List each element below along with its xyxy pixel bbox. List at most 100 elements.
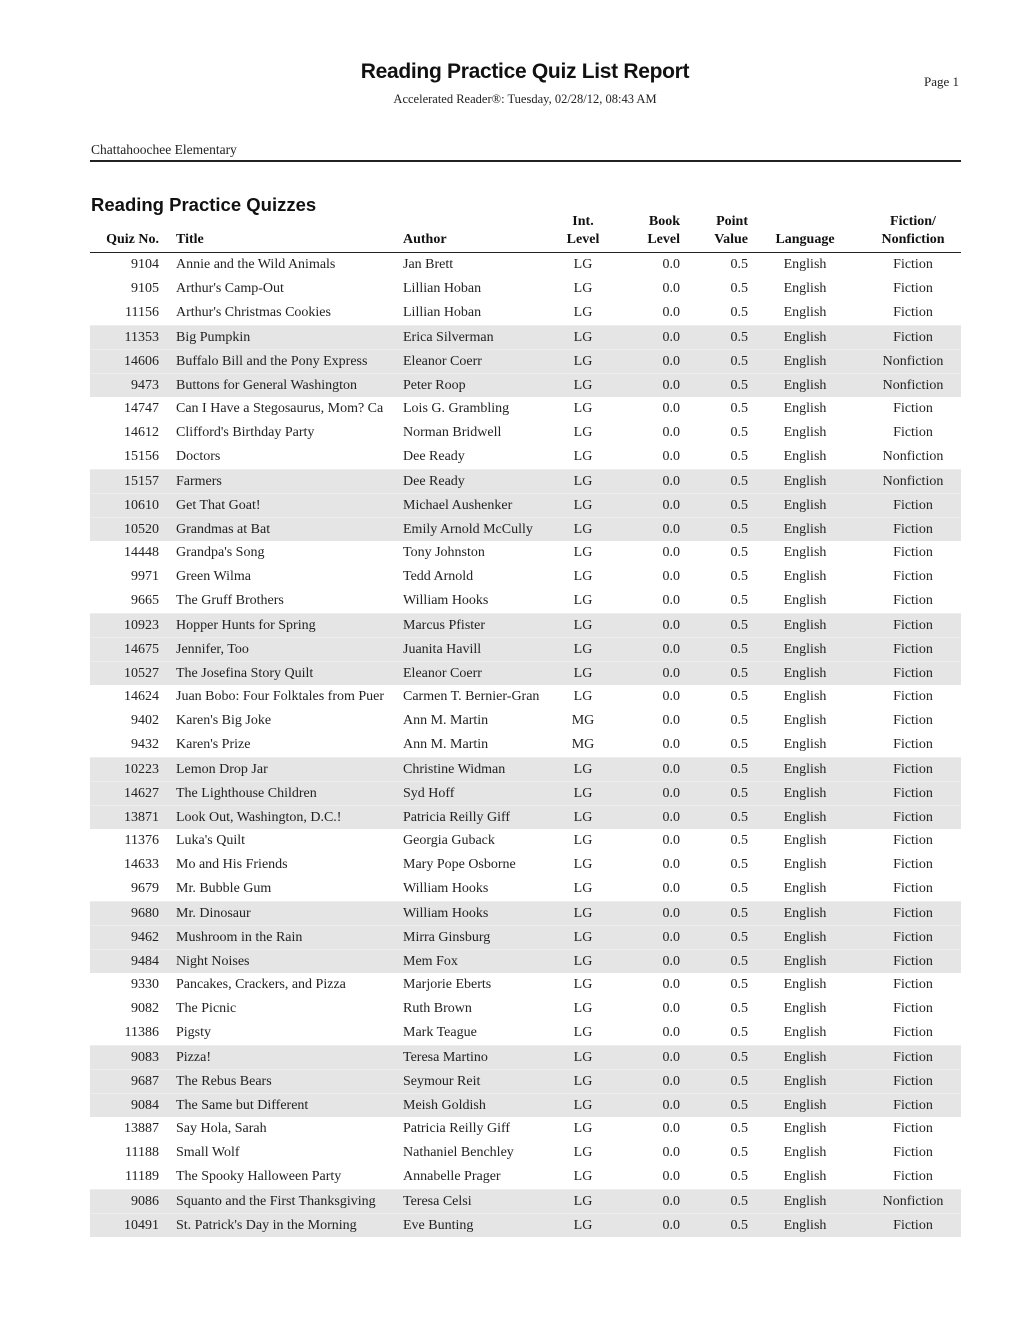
quiz-number-cell: 9462 [131,930,159,945]
book-level-cell: 0.0 [662,1050,681,1065]
language-cell: English [783,569,827,584]
point-value-cell: 0.5 [730,881,749,896]
language-cell: English [783,881,827,896]
book-level-cell: 0.0 [662,449,681,464]
interest-level-cell: LG [573,666,593,681]
book-level-cell: 0.0 [662,257,681,272]
interest-level-cell: MG [571,737,595,752]
language-cell: English [783,1001,827,1016]
book-level-cell: 0.0 [662,906,681,921]
fiction-nonfiction-cell: Fiction [893,689,933,704]
book-title-cell: Pancakes, Crackers, and Pizza [176,977,346,992]
language-cell: English [783,906,827,921]
fiction-nonfiction-cell: Nonfiction [882,378,944,393]
book-author-cell: Eve Bunting [403,1218,474,1233]
point-value-cell: 0.5 [730,449,749,464]
book-author-cell: William Hooks [403,906,489,921]
point-value-cell: 0.5 [730,305,749,320]
table-row: 9473 Buttons for General Washington Peter … [90,373,961,397]
quiz-number-cell: 14627 [124,786,159,801]
book-level-cell: 0.0 [662,857,681,872]
table-row: 9402 Karen's Big Joke Ann M. Martin MG 0.0 0.… [90,709,961,733]
fiction-nonfiction-cell: Fiction [893,881,933,896]
book-level-cell: 0.0 [662,545,681,560]
col-header-language: Language [775,232,835,247]
table-row: 13871 Look Out, Washington, D.C.! Patricia… [90,805,961,829]
point-value-cell: 0.5 [730,1025,749,1040]
quiz-number-cell: 9680 [131,906,159,921]
book-author-cell: Meish Goldish [403,1098,486,1113]
book-author-cell: Norman Bridwell [403,425,502,440]
book-title-cell: Luka's Quilt [176,833,246,848]
table-row: 14624 Juan Bobo: Four Folktales from Puer… [90,685,961,709]
interest-level-cell: LG [573,786,593,801]
fiction-nonfiction-cell: Fiction [893,1121,933,1136]
interest-level-cell: LG [573,906,593,921]
book-author-cell: Georgia Guback [403,833,495,848]
point-value-cell: 0.5 [730,857,749,872]
book-level-cell: 0.0 [662,689,681,704]
book-title-cell: Look Out, Washington, D.C.! [176,810,342,825]
language-cell: English [783,1025,827,1040]
interest-level-cell: LG [573,401,593,416]
quiz-number-cell: 14624 [124,689,159,704]
interest-level-cell: LG [573,545,593,560]
table-row: 14633 Mo and His Friends Mary Pope Osborne… [90,853,961,877]
table-row: 10491 St. Patrick's Day in the Morning Eve… [90,1213,961,1237]
fiction-nonfiction-cell: Fiction [893,954,933,969]
point-value-cell: 0.5 [730,1145,749,1160]
book-author-cell: Lillian Hoban [403,281,482,296]
fiction-nonfiction-cell: Fiction [893,642,933,657]
fiction-nonfiction-cell: Fiction [893,1098,933,1113]
table-row: 10610 Get That Goat! Michael Aushenker LG 0.… [90,493,961,517]
fiction-nonfiction-cell: Nonfiction [882,449,944,464]
quiz-number-cell: 11353 [124,330,159,345]
language-cell: English [783,330,827,345]
point-value-cell: 0.5 [730,906,749,921]
table-header: Quiz No. Title Author Int. Level Book Leve… [90,212,961,253]
language-cell: English [783,378,827,393]
point-value-cell: 0.5 [730,257,749,272]
book-title-cell: Farmers [176,474,222,489]
quiz-number-cell: 14606 [124,354,159,369]
quiz-number-cell: 9084 [131,1098,159,1113]
book-title-cell: Lemon Drop Jar [176,762,268,777]
interest-level-cell: MG [571,713,595,728]
book-author-cell: Mary Pope Osborne [403,857,516,872]
table-row: 9086 Squanto and the First Thanksgiving Te… [90,1189,961,1213]
point-value-cell: 0.5 [730,569,749,584]
table-body: 9104 Annie and the Wild Animals Jan Brett L… [90,253,961,1237]
book-level-cell: 0.0 [662,354,681,369]
table-row: 9971 Green Wilma Tedd Arnold LG 0.0 0.5 Englis… [90,565,961,589]
fiction-nonfiction-cell: Fiction [893,330,933,345]
book-author-cell: Ruth Brown [403,1001,472,1016]
quiz-number-cell: 13887 [124,1121,159,1136]
interest-level-cell: LG [573,498,593,513]
interest-level-cell: LG [573,810,593,825]
interest-level-cell: LG [573,330,593,345]
interest-level-cell: LG [573,857,593,872]
quiz-number-cell: 15156 [124,449,159,464]
interest-level-cell: LG [573,1050,593,1065]
point-value-cell: 0.5 [730,498,749,513]
table-row: 14675 Jennifer, Too Juanita Havill LG 0.0 0.5… [90,637,961,661]
quiz-number-cell: 9679 [131,881,159,896]
fiction-nonfiction-cell: Fiction [893,930,933,945]
book-title-cell: Pizza! [176,1050,211,1065]
book-level-cell: 0.0 [662,1001,681,1016]
quiz-number-cell: 11156 [125,305,159,320]
fiction-nonfiction-cell: Fiction [893,1001,933,1016]
fiction-nonfiction-cell: Fiction [893,401,933,416]
book-level-cell: 0.0 [662,1194,681,1209]
book-author-cell: William Hooks [403,593,489,608]
book-title-cell: Mushroom in the Rain [176,930,303,945]
quiz-number-cell: 9402 [131,713,159,728]
fiction-nonfiction-cell: Fiction [893,1169,933,1184]
quiz-number-cell: 14448 [124,545,159,560]
language-cell: English [783,689,827,704]
quiz-number-cell: 15157 [124,474,159,489]
language-cell: English [783,1218,827,1233]
book-level-cell: 0.0 [662,954,681,969]
point-value-cell: 0.5 [730,378,749,393]
book-title-cell: Mr. Dinosaur [176,906,251,921]
